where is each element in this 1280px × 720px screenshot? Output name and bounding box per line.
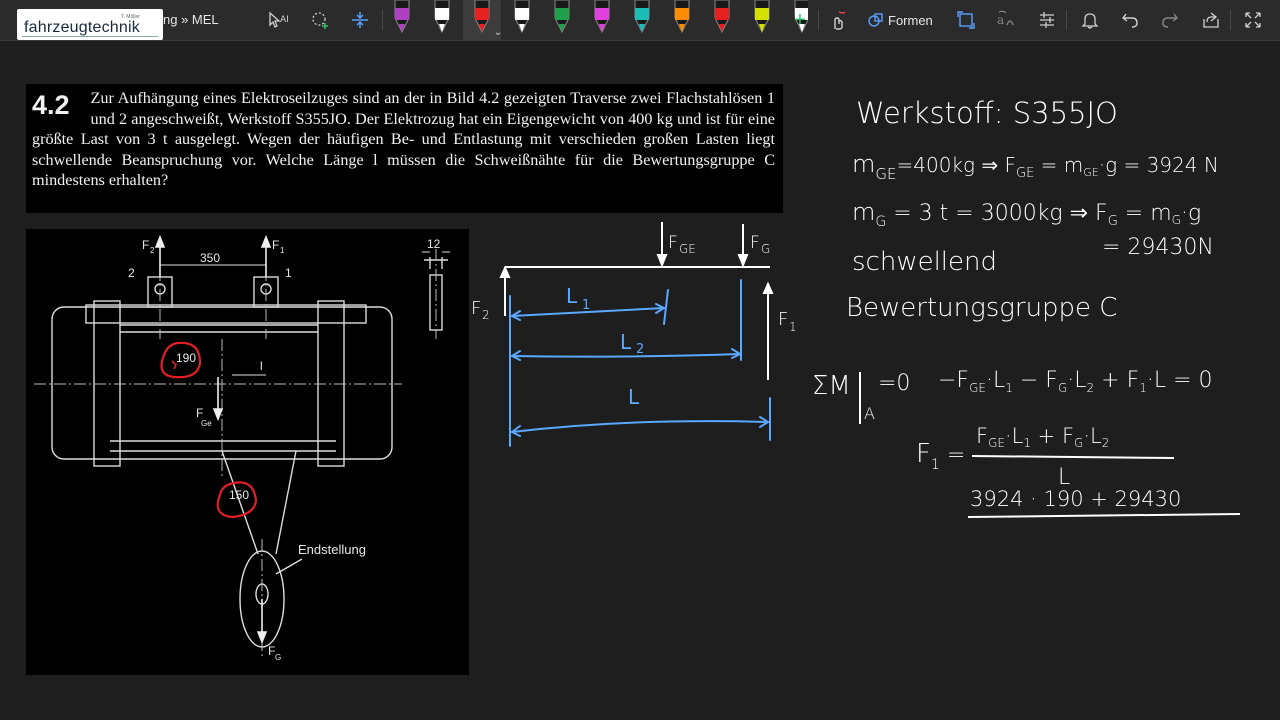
toolbar-separator [1066, 10, 1067, 30]
pen-tool-6[interactable] [594, 0, 610, 34]
pen-tool-5[interactable] [554, 0, 570, 34]
toolbar-separator [1230, 10, 1231, 30]
logo-underline [22, 36, 158, 37]
shapes-button[interactable]: Formen [868, 10, 933, 30]
touch-draw-icon[interactable] [826, 8, 850, 32]
fig-dim-150: 150 [229, 488, 249, 502]
pen-tool-1[interactable] [394, 0, 410, 34]
share-icon[interactable] [1199, 8, 1223, 32]
fig-fge-sub: Ge [201, 419, 212, 428]
pen-tool-2[interactable] [434, 0, 450, 34]
shapes-label: Formen [888, 12, 933, 28]
redo-icon[interactable] [1158, 8, 1182, 32]
toolbar-separator [382, 10, 383, 30]
undo-icon[interactable] [1118, 8, 1142, 32]
fig-dim-l: l [260, 359, 263, 373]
fig-label-1: 1 [285, 266, 292, 280]
svg-text:a: a [997, 13, 1004, 27]
shapes-icon [868, 13, 883, 27]
task-number: 4.2 [32, 90, 70, 120]
fullscreen-icon[interactable] [1241, 8, 1265, 32]
text-select-icon[interactable]: AI [266, 8, 290, 32]
lasso-add-icon[interactable] [308, 8, 332, 32]
insert-space-icon[interactable] [348, 8, 372, 32]
ink-to-shape-icon[interactable] [954, 8, 978, 32]
toolbar-separator [818, 10, 819, 30]
pen-tool-8[interactable] [674, 0, 690, 34]
ruler-icon[interactable] [1035, 8, 1059, 32]
toolbar: T. Möller fahrzeugtechnik ng » MEL AI ⌄ … [0, 0, 1280, 41]
fig-dim-190: 190 [176, 351, 196, 365]
fig-label-2: 2 [128, 266, 135, 280]
pen-palette[interactable] [388, 0, 808, 40]
fig-fg-sub: G [275, 653, 281, 662]
add-pen-icon[interactable]: + [788, 8, 812, 32]
fig-f2-label: F [142, 238, 149, 252]
pen-tool-10[interactable] [754, 0, 770, 34]
fig-f1-sub: 1 [280, 246, 285, 255]
fig-endstellung: Endstellung [298, 542, 366, 557]
fig-f1-label: F [272, 238, 279, 252]
breadcrumb[interactable]: ng » MEL [163, 12, 219, 27]
task-text: Zur Aufhängung eines Elektroseilzuges si… [32, 89, 775, 190]
fig-dim-350: 350 [200, 251, 220, 265]
fig-fge-label: F [196, 406, 203, 420]
logo-text: fahrzeugtechnik [24, 19, 140, 36]
technical-drawing: F 2 F 1 350 12 2 1 190 l F Ge 150 Endste… [26, 229, 469, 675]
fig-f2-sub: 2 [150, 246, 155, 255]
task-text-box: 4.2 Zur Aufhängung eines Elektroseilzuge… [26, 84, 783, 213]
ink-to-text-icon[interactable]: a [994, 8, 1018, 32]
svg-text:AI: AI [280, 15, 289, 25]
pen-tool-4[interactable] [514, 0, 530, 34]
bell-icon[interactable] [1078, 8, 1102, 32]
fig-dim-12: 12 [427, 237, 441, 251]
pen-tool-9[interactable] [714, 0, 730, 34]
logo: T. Möller fahrzeugtechnik [17, 9, 163, 40]
pen-tool-7[interactable] [634, 0, 650, 34]
